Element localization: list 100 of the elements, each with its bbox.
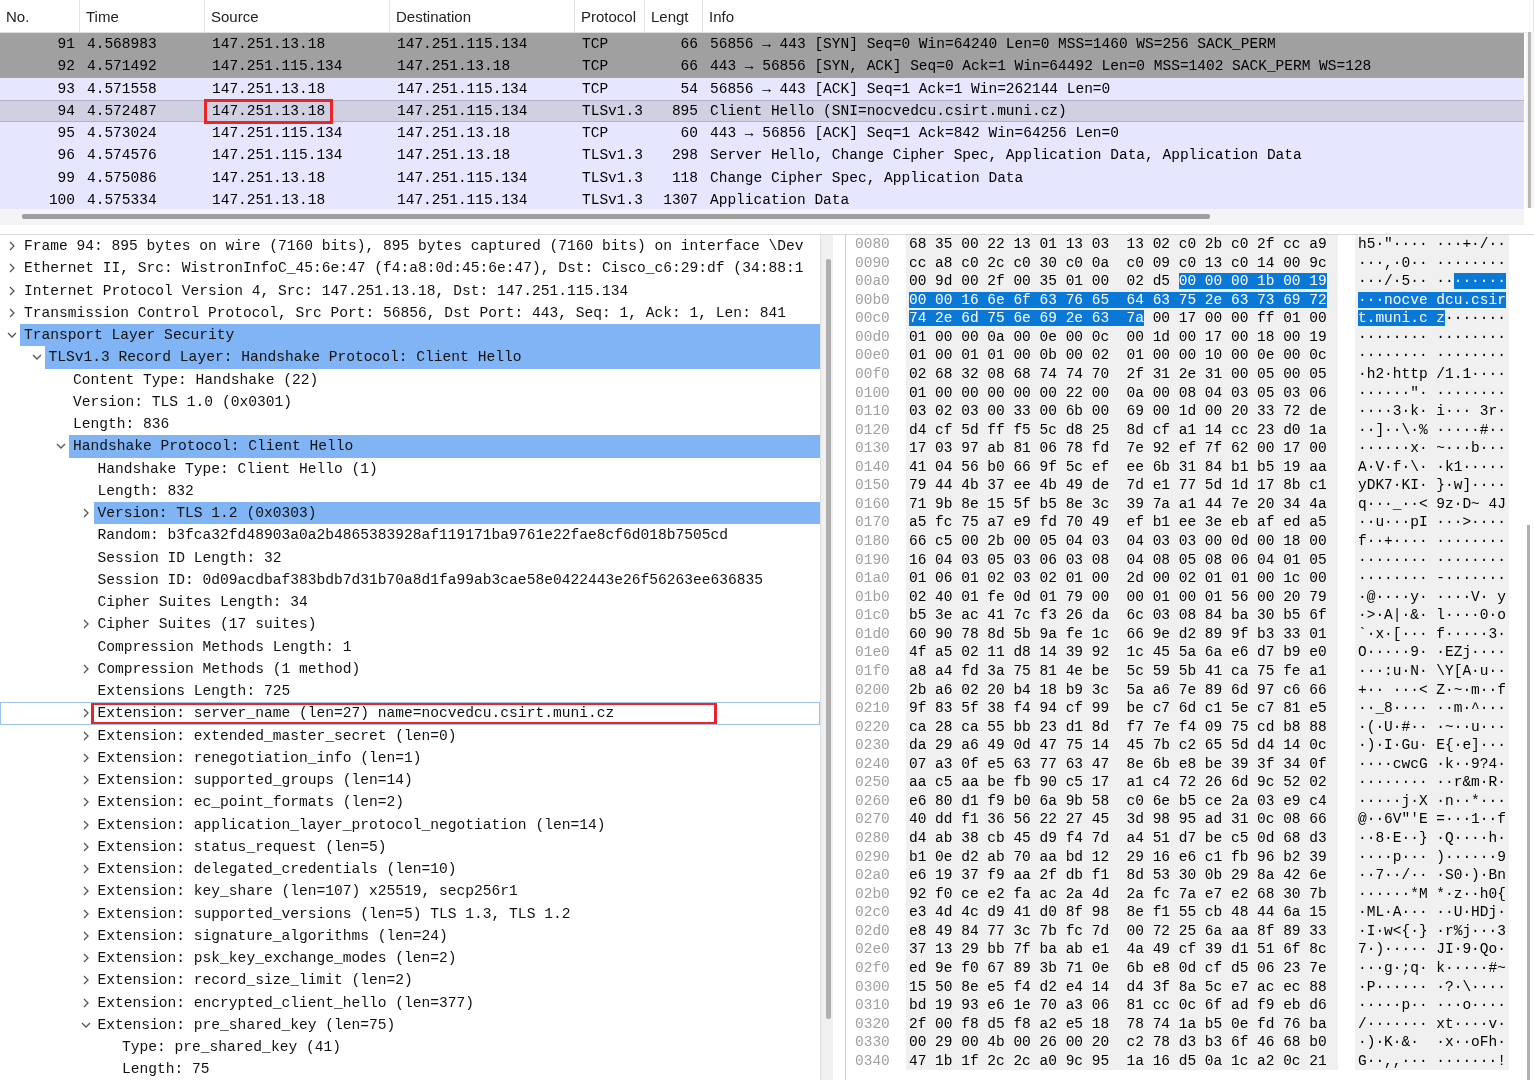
- tree-item[interactable]: Random: b3fca32fd48903a0a2b4865383928af119171ba9761e22fae8cf6d018b7505cd: [93, 524, 729, 547]
- tree-item[interactable]: TLSv1.3 Record Layer: Handshake Protocol: Client Hello: [44, 346, 820, 369]
- tree-item[interactable]: Extension: extended_master_secret (len=0): [93, 724, 457, 747]
- column-header[interactable]: Source: [205, 0, 390, 32]
- packet-row[interactable]: 99 4.575086 147.251.13.18 147.251.115.134 TLSv1.3 118 Change Cipher Spec, Application Data: [0, 166, 1524, 189]
- tree-item[interactable]: Extension: delegated_credentials (len=10): [93, 858, 457, 881]
- scrollbar-thumb[interactable]: [826, 259, 831, 1019]
- table-cell: Client Hello (SNI=nocvedcu.csirt.muni.cz): [710, 102, 1067, 119]
- tree-item[interactable]: Extension: psk_key_exchange_modes (len=2): [93, 947, 457, 970]
- table-cell: 147.251.115.134: [212, 125, 343, 141]
- tree-item[interactable]: Compression Methods Length: 1: [93, 635, 352, 658]
- hex-bytes: 03 02 03 00 33 00 6b 00 69 00 1d 00 20 33 72 de: [909, 403, 1327, 420]
- tree-item[interactable]: Handshake Protocol: Client Hello: [69, 435, 820, 458]
- ascii-text: ·>·A|·&· l····0·o: [1358, 607, 1506, 624]
- ascii-text: ···g·;q· k·····#~: [1358, 959, 1506, 976]
- tree-item[interactable]: Length: 75: [118, 1058, 210, 1080]
- tree-item[interactable]: Extension: renegotiation_info (len=1): [93, 746, 422, 769]
- table-cell: 4.568983: [87, 36, 157, 52]
- table-cell: 147.251.115.134: [397, 169, 528, 186]
- ascii-text: ········ -·······: [1358, 570, 1506, 587]
- byte-offset: 0130: [855, 439, 891, 458]
- tree-item[interactable]: Type: pre_shared_key (41): [118, 1036, 341, 1059]
- chevron-right-icon[interactable]: [7, 241, 17, 252]
- packet-row[interactable]: 95 4.573024 147.251.115.134 147.251.13.18 TCP 60 443 → 56856 [ACK] Seq=1 Ack=842 Win=64256 Len=0: [0, 122, 1524, 145]
- packet-row[interactable]: 93 4.571558 147.251.13.18 147.251.115.134 TCP 54 56856 → 443 [ACK] Seq=1 Ack=1 Win=262144 Len=0: [0, 77, 1524, 100]
- tree-item[interactable]: Extension: signature_algorithms (len=24): [93, 924, 448, 947]
- tree-item[interactable]: Version: TLS 1.2 (0x0303): [93, 502, 820, 525]
- ascii-text: ·)·I·Gu· E{·e]···: [1358, 737, 1506, 754]
- tree-item[interactable]: Cipher Suites (17 suites): [93, 613, 317, 636]
- column-header[interactable]: Protocol: [575, 0, 645, 32]
- tree-item[interactable]: Extension: supported_groups (len=14): [93, 769, 413, 792]
- tree-item[interactable]: Extension: ec_point_formats (len=2): [93, 791, 405, 814]
- column-header[interactable]: Destination: [390, 0, 575, 32]
- column-header[interactable]: Time: [80, 0, 205, 32]
- tree-item[interactable]: Ethernet II, Src: WistronInfoC_45:6e:47 (f4:a8:0d:45:6e:47), Dst: Cisco_c6:29:df (34:88:1: [20, 257, 804, 280]
- tree-item[interactable]: Compression Methods (1 method): [93, 657, 361, 680]
- tree-item[interactable]: Extensions Length: 725: [93, 680, 291, 703]
- table-cell: Change Cipher Spec, Application Data: [710, 169, 1024, 186]
- tree-item[interactable]: Extension: pre_shared_key (len=75): [93, 1013, 396, 1036]
- ascii-text: ····3·k· i··· 3r·: [1358, 403, 1506, 420]
- ascii-text: ·(·U·#·· ·~··u···: [1358, 718, 1506, 735]
- chevron-right-icon[interactable]: [7, 285, 17, 296]
- chevron-right-icon[interactable]: [7, 263, 17, 274]
- hex-bytes: 9f 83 5f 38 f4 94 cf 99 be c7 6d c1 5e c7 81 e5: [909, 700, 1327, 717]
- tree-item[interactable]: Extension: key_share (len=107) x25519, secp256r1: [93, 880, 518, 903]
- tree-item[interactable]: Transmission Control Protocol, Src Port: 56856, Dst Port: 443, Seq: 1, Ack: 1, Len: 841: [20, 301, 786, 324]
- tree-item[interactable]: Length: 836: [69, 413, 170, 436]
- scrollbar-thumb[interactable]: [22, 214, 1210, 219]
- table-cell: 4.575086: [87, 169, 157, 186]
- table-cell: 66: [680, 58, 698, 75]
- byte-offset: 02a0: [855, 866, 891, 885]
- tree-item[interactable]: Frame 94: 895 bytes on wire (7160 bits), 895 bytes captured (7160 bits) on interface \Dev: [20, 235, 804, 258]
- ascii-text: ·P······ ·?·\····: [1358, 978, 1506, 995]
- tree-item[interactable]: Version: TLS 1.0 (0x0301): [69, 390, 292, 413]
- tree-item[interactable]: Extension: status_request (len=5): [93, 835, 387, 858]
- ascii-text: yDK7·KI· }·w]····: [1358, 477, 1506, 494]
- tree-item[interactable]: Internet Protocol Version 4, Src: 147.251.13.18, Dst: 147.251.115.134: [20, 279, 629, 302]
- hex-bytes: 01 00 01 01 00 0b 00 02 01 00 00 10 00 0e 00 0c: [909, 347, 1327, 364]
- tree-item[interactable]: Handshake Type: Client Hello (1): [93, 457, 378, 480]
- column-header[interactable]: No.: [0, 0, 80, 32]
- packet-row[interactable]: 91 4.568983 147.251.13.18 147.251.115.134 TCP 66 56856 → 443 [SYN] Seq=0 Win=64240 Len=0 MSS=1460 WS=256 SACK_PERM: [0, 33, 1524, 56]
- hex-bytes: a8 a4 fd 3a 75 81 4e be 5c 59 5b 41 ca 75 fe a1: [909, 662, 1327, 679]
- tree-item[interactable]: Extension: record_size_limit (len=2): [93, 969, 413, 992]
- tree-item[interactable]: Length: 832: [93, 479, 194, 502]
- tree-item[interactable]: Extension: server_name (len=27) name=nocvedcu.csirt.muni.cz: [90, 702, 718, 725]
- packet-row[interactable]: 96 4.574576 147.251.115.134 147.251.13.18 TLSv1.3 298 Server Hello, Change Cipher Spec, Application Data, Application Data: [0, 144, 1524, 167]
- selected-row-outline[interactable]: Extension: server_name (len=27) name=nocvedcu.csirt.muni.cz: [0, 702, 820, 725]
- tree-item[interactable]: Session ID: 0d09acdbaf383bdb7d31b70a8d1fa99ab3cae58e0422443e26f56263ee636835: [93, 568, 764, 591]
- scrollbar-thumb[interactable]: [1528, 32, 1531, 208]
- table-cell: 99: [57, 169, 75, 186]
- ascii-text: h5·"···· ···+·/··: [1358, 236, 1506, 252]
- byte-offset: 0120: [855, 420, 891, 440]
- selected-packet-row[interactable]: 94 4.572487 147.251.13.18 147.251.115.134 TLSv1.3 895 Client Hello (SNI=nocvedcu.csirt.muni.cz): [0, 99, 1524, 122]
- hex-bytes: b5 3e ac 41 7c f3 26 da 6c 03 08 84 ba 30 b5 6f: [909, 607, 1327, 624]
- ascii-text: ··_8···· ··m·^···: [1358, 700, 1506, 717]
- ascii-text: 7·)····· JI·9·Qo·: [1358, 941, 1506, 958]
- table-cell: TLSv1.3: [582, 169, 643, 186]
- tree-item[interactable]: Extension: supported_versions (len=5) TLS 1.3, TLS 1.2: [93, 902, 571, 925]
- scrollbar-thumb[interactable]: [1527, 525, 1530, 1080]
- tree-item[interactable]: Extension: encrypted_client_hello (len=377): [93, 991, 475, 1014]
- table-cell: 147.251.13.18: [212, 36, 326, 52]
- packet-row[interactable]: 92 4.571492 147.251.115.134 147.251.13.18 TCP 66 443 → 56856 [SYN, ACK] Seq=0 Ack=1 Win=64492 Len=0 MSS=1402 SACK_PERM WS=128: [0, 55, 1524, 78]
- tree-item[interactable]: Cipher Suites Length: 34: [93, 591, 308, 614]
- highlighted-bytes: 00 00 00 1b 00 19: [1178, 273, 1327, 290]
- byte-offset: 0260: [855, 791, 891, 811]
- tree-item[interactable]: Content Type: Handshake (22): [69, 368, 319, 391]
- tree-item[interactable]: Transport Layer Security: [20, 324, 820, 347]
- ascii-text: G··,,··· ·······!: [1358, 1052, 1506, 1069]
- tree-item[interactable]: Session ID Length: 32: [93, 546, 282, 569]
- ascii-text: ··8·E··} ·Q····h·: [1358, 830, 1506, 846]
- chevron-right-icon[interactable]: [7, 307, 17, 318]
- table-cell: TCP: [582, 36, 609, 52]
- byte-offset: 02f0: [855, 958, 891, 978]
- column-header[interactable]: Lengt: [645, 0, 703, 32]
- byte-offset: 00a0: [855, 272, 891, 291]
- tree-item[interactable]: Extension: application_layer_protocol_negotiation (len=14): [93, 813, 606, 836]
- table-cell: 100: [48, 191, 75, 208]
- hex-bytes: 02 68 32 08 68 74 74 70 2f 31 2e 31 00 05 00 05: [909, 365, 1327, 382]
- ascii-text: ····cwcG ·k··9?4·: [1358, 755, 1506, 772]
- hex-bytes: 00 9d 00 2f 00 35 01 00 02 d5: [909, 273, 1172, 290]
